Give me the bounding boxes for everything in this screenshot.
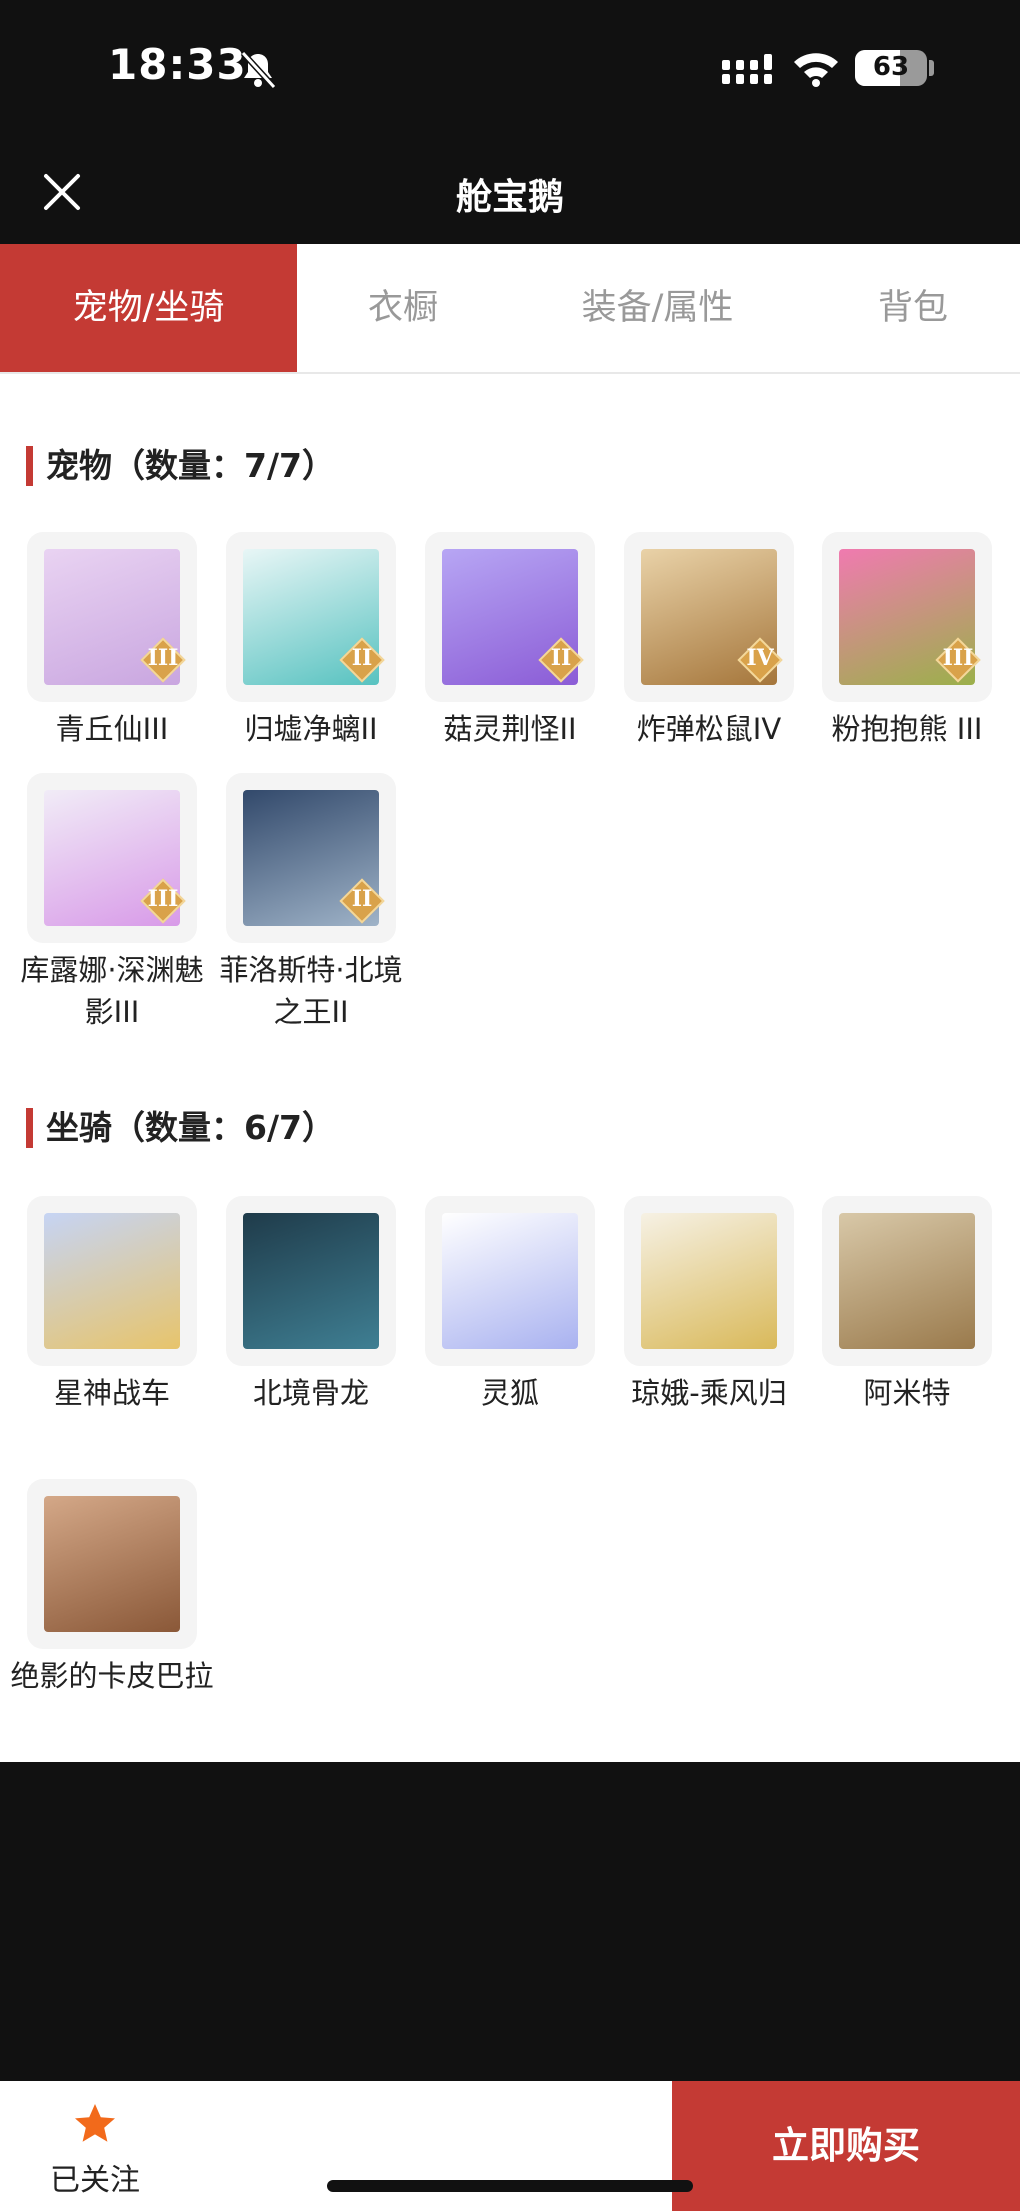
item-label: 北境骨龙	[252, 1376, 369, 1410]
status-bar: 18:33 63	[0, 0, 1020, 140]
tier-badge-icon: III	[935, 637, 981, 683]
item-thumbnail	[226, 1196, 396, 1366]
item-thumbnail	[624, 1196, 794, 1366]
item-label: 灵狐	[480, 1376, 539, 1410]
item-label: 归墟净螭II	[244, 712, 378, 746]
section-accent-bar	[26, 446, 33, 486]
tab-bar: 宠物/坐骑 衣橱 装备/属性 背包	[0, 244, 1020, 374]
tier-roman-numeral: II	[550, 645, 572, 671]
bell-muted-icon	[240, 50, 277, 90]
follow-button[interactable]: 已关注	[0, 2081, 190, 2211]
item-label: 绝影的卡皮巴拉	[10, 1659, 214, 1693]
item-image	[243, 1213, 379, 1349]
tier-roman-numeral: IV	[746, 645, 774, 671]
battery-tip	[929, 60, 934, 76]
item-label: 库露娜·深渊魅影III	[20, 953, 204, 1029]
item-label: 琼娥-乘风归	[631, 1376, 787, 1410]
tab-pets-mounts[interactable]: 宠物/坐骑	[0, 244, 297, 372]
page-title: 舱宝鹅	[455, 177, 564, 218]
item-thumbnail	[822, 1196, 992, 1366]
tier-badge-icon: IV	[737, 637, 783, 683]
item-image	[839, 1213, 975, 1349]
item-image	[44, 1213, 180, 1349]
tab-label: 背包	[877, 288, 948, 328]
item-thumbnail: III	[27, 532, 197, 702]
item-thumbnail	[27, 1196, 197, 1366]
nav-bar: 舱宝鹅	[0, 140, 1020, 244]
item-image	[442, 1213, 578, 1349]
follow-label: 已关注	[50, 2163, 140, 2198]
tier-badge-icon: II	[339, 637, 385, 683]
item-label: 菇灵荆怪II	[443, 712, 577, 746]
item-image	[641, 1213, 777, 1349]
tier-roman-numeral: III	[147, 886, 179, 912]
tab-wardrobe[interactable]: 衣橱	[297, 244, 509, 372]
tier-roman-numeral: III	[147, 645, 179, 671]
item-thumbnail: II	[425, 532, 595, 702]
item-thumbnail: II	[226, 532, 396, 702]
home-indicator	[327, 2180, 693, 2192]
tab-backpack[interactable]: 背包	[806, 244, 1020, 372]
content-panel: 宠物/坐骑 衣橱 装备/属性 背包 宠物（数量：7/7） III 青丘仙III II…	[0, 244, 1020, 1762]
item-image	[44, 1496, 180, 1632]
item-thumbnail: III	[27, 773, 197, 943]
tab-label: 装备/属性	[581, 288, 734, 328]
buy-now-button[interactable]: 立即购买	[672, 2081, 1020, 2211]
battery-percent: 63	[872, 52, 910, 82]
item-label: 星神战车	[53, 1376, 170, 1410]
wifi-icon	[794, 53, 838, 87]
item-label: 炸弹松鼠IV	[636, 712, 782, 746]
tier-roman-numeral: III	[942, 645, 974, 671]
item-label: 菲洛斯特·北境之王II	[219, 953, 403, 1029]
tab-equipment-attributes[interactable]: 装备/属性	[509, 244, 806, 372]
tab-label: 衣橱	[367, 288, 438, 328]
tier-badge-icon: II	[538, 637, 584, 683]
item-thumbnail	[425, 1196, 595, 1366]
tier-badge-icon: III	[140, 637, 186, 683]
status-time: 18:33	[108, 40, 247, 89]
tier-roman-numeral: II	[351, 886, 373, 912]
item-label: 青丘仙III	[55, 712, 169, 746]
signal-icon	[722, 54, 772, 84]
section-title-text: 坐骑（数量：6/7）	[46, 1108, 335, 1147]
tier-roman-numeral: II	[351, 645, 373, 671]
item-thumbnail: III	[822, 532, 992, 702]
item-label: 粉抱抱熊 III	[831, 712, 983, 746]
item-thumbnail	[27, 1479, 197, 1649]
star-icon	[75, 2104, 115, 2142]
section-title-text: 宠物（数量：7/7）	[46, 446, 335, 485]
item-thumbnail: II	[226, 773, 396, 943]
tab-label: 宠物/坐骑	[72, 288, 225, 328]
tier-badge-icon: III	[140, 878, 186, 924]
section-accent-bar	[26, 1108, 33, 1148]
item-label: 阿米特	[863, 1376, 951, 1410]
tier-badge-icon: II	[339, 878, 385, 924]
item-thumbnail: IV	[624, 532, 794, 702]
battery-icon: 63	[855, 50, 927, 86]
